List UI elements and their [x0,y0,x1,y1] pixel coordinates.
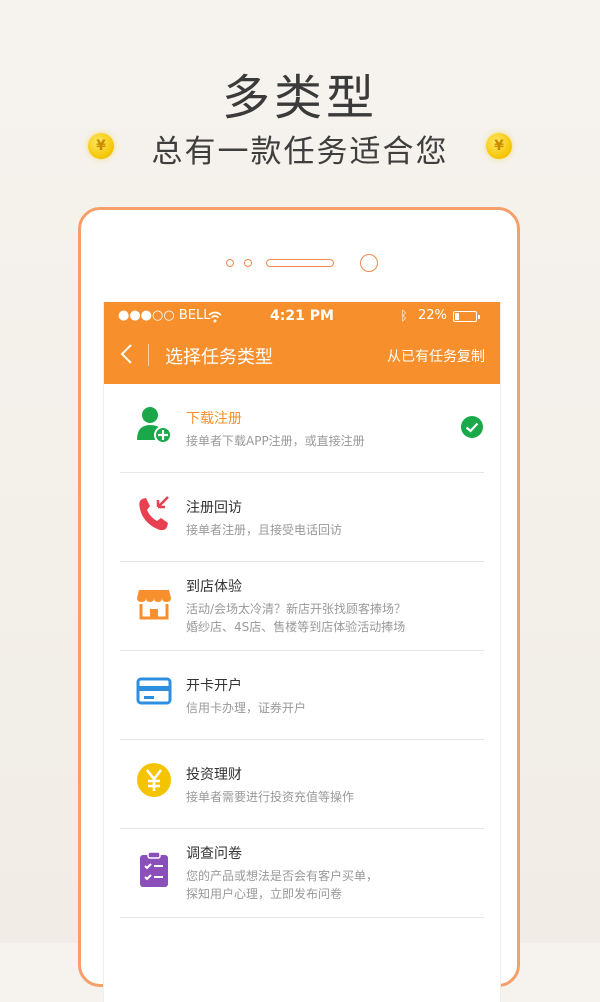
card-icon [136,677,172,705]
app-bar: ●●●○○ BELL 4:21 PM ᛒ 22% 选择任务类型 从已有任务复制 [104,302,500,384]
task-row-card-account[interactable]: 开卡开户 信用卡办理，证券开户 [120,651,484,740]
task-row-download-register[interactable]: 下载注册 接单者下载APP注册，或直接注册 [120,384,484,473]
task-row-investment[interactable]: 投资理财 接单者需要进行投资充值等操作 [120,740,484,829]
battery-icon [453,311,480,322]
task-row-register-callback[interactable]: 注册回访 接单者注册，且接受电话回访 [120,473,484,562]
questionnaire-icon [140,851,168,887]
task-title: 开卡开户 [186,678,242,694]
check-circle-icon [461,416,483,438]
page-title: 选择任务类型 [165,347,273,368]
battery-percent: 22% [418,308,447,323]
task-title: 注册回访 [186,500,242,516]
task-desc: 接单者注册，且接受电话回访 [186,523,343,537]
coin-right-icon: ¥ [486,133,512,159]
task-title: 下载注册 [186,411,242,427]
phone-frame: ●●●○○ BELL 4:21 PM ᛒ 22% 选择任务类型 从已有任务复制 [78,207,520,1002]
phone-screen: ●●●○○ BELL 4:21 PM ᛒ 22% 选择任务类型 从已有任务复制 [103,302,501,1002]
sensor-dot [226,259,234,267]
task-title: 投资理财 [186,767,242,783]
bluetooth-icon: ᛒ [400,309,408,324]
task-desc: 您的产品或想法是否会有客户买单， 探知用户心理，立即发布问卷 [186,869,379,901]
task-desc: 接单者下载APP注册，或直接注册 [186,434,365,448]
back-chevron-icon[interactable] [117,343,139,365]
task-type-list: 下载注册 接单者下载APP注册，或直接注册 注册回访 接单者注册，且接受电话回访 [104,384,500,918]
task-row-questionnaire[interactable]: 调查问卷 您的产品或想法是否会有客户买单， 探知用户心理，立即发布问卷 [120,829,484,918]
task-desc: 活动/会场太冷清？新店开张找顾客捧场？ 婚纱店、4S店、售楼等到店体验活动捧场 [186,602,407,634]
task-desc: 信用卡办理，证券开户 [186,701,307,715]
speaker-grille [266,259,334,267]
task-title: 到店体验 [186,579,242,595]
nav-divider [148,344,149,366]
task-desc: 接单者需要进行投资充值等操作 [186,790,355,804]
sensor-dot [244,259,252,267]
task-row-store-visit[interactable]: 到店体验 活动/会场太冷清？新店开张找顾客捧场？ 婚纱店、4S店、售楼等到店体验活… [120,562,484,651]
task-title: 调查问卷 [186,846,242,862]
front-camera [360,254,378,272]
hero-title: 多类型 [221,70,378,126]
user-add-icon [137,407,172,444]
yen-coin-icon [137,763,171,797]
store-icon [137,590,171,620]
copy-existing-task-button[interactable]: 从已有任务复制 [387,346,485,366]
phone-callback-icon [139,496,169,531]
